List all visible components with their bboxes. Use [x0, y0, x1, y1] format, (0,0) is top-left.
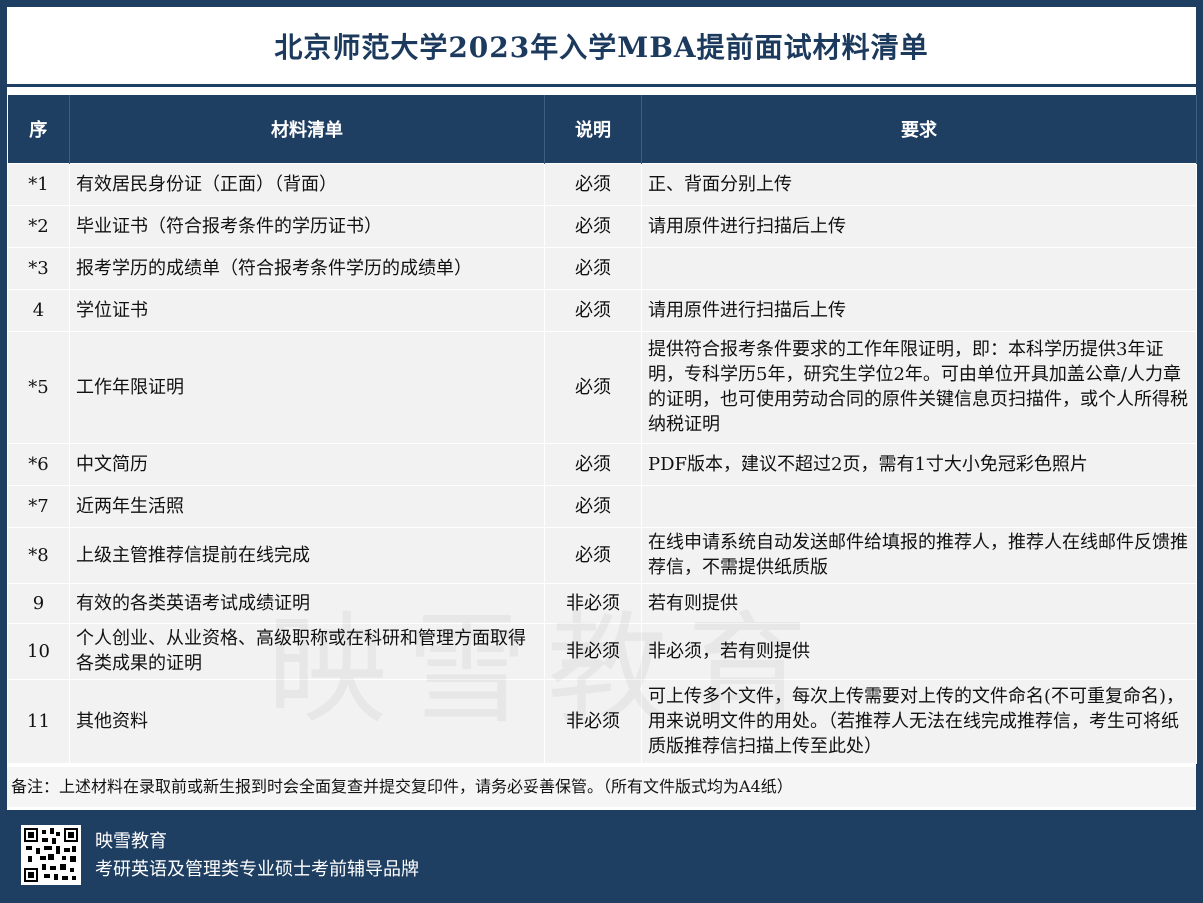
row-note: 非必须 [544, 678, 642, 764]
row-req: 请用原件进行扫描后上传 [641, 204, 1197, 248]
row-item: 学位证书 [69, 288, 545, 332]
row-no: 9 [7, 582, 70, 624]
materials-table: 序 材料清单 说明 要求 *1 有效居民身份证（正面）（背面） 必须 正、背面分… [7, 95, 1197, 764]
row-note: 必须 [544, 484, 642, 528]
row-note: 非必须 [544, 622, 642, 680]
row-no: 10 [7, 622, 70, 680]
row-item: 个人创业、从业资格、高级职称或在科研和管理方面取得各类成果的证明 [69, 622, 545, 680]
row-no: *6 [7, 442, 70, 486]
row-note: 必须 [544, 162, 642, 206]
row-req: 请用原件进行扫描后上传 [641, 288, 1197, 332]
header-req: 要求 [641, 95, 1197, 163]
row-item: 中文简历 [69, 442, 545, 486]
row-item: 有效的各类英语考试成绩证明 [69, 582, 545, 624]
page-title: 北京师范大学2023年入学MBA提前面试材料清单 [274, 30, 929, 64]
brand-name: 映雪教育 [95, 831, 167, 852]
row-no: *2 [7, 204, 70, 248]
table-row: *2 毕业证书（符合报考条件的学历证书） 必须 请用原件进行扫描后上传 [7, 204, 1197, 248]
row-req: 在线申请系统自动发送邮件给填报的推荐人，推荐人在线邮件反馈推荐信，不需提供纸质版 [641, 526, 1197, 584]
row-req: 可上传多个文件，每次上传需要对上传的文件命名(不可重复命名)，用来说明文件的用处… [641, 678, 1197, 764]
footer: 映雪教育 考研英语及管理类专业硕士考前辅导品牌 [7, 810, 1196, 896]
row-no: 4 [7, 288, 70, 332]
table-row: *3 报考学历的成绩单（符合报考条件学历的成绩单） 必须 [7, 246, 1197, 290]
table-row: 9 有效的各类英语考试成绩证明 非必须 若有则提供 [7, 582, 1197, 624]
row-req: 正、背面分别上传 [641, 162, 1197, 206]
document: 北京师范大学2023年入学MBA提前面试材料清单 序 材料清单 说明 要求 *1… [7, 7, 1197, 896]
row-note: 必须 [544, 526, 642, 584]
row-req: PDF版本，建议不超过2页，需有1寸大小免冠彩色照片 [641, 442, 1197, 486]
table-row: *6 中文简历 必须 PDF版本，建议不超过2页，需有1寸大小免冠彩色照片 [7, 442, 1197, 486]
qr-code-icon [21, 825, 81, 885]
row-item: 工作年限证明 [69, 330, 545, 444]
table-row: *8 上级主管推荐信提前在线完成 必须 在线申请系统自动发送邮件给填报的推荐人，… [7, 526, 1197, 584]
row-req [641, 484, 1197, 528]
row-item: 其他资料 [69, 678, 545, 764]
row-item: 报考学历的成绩单（符合报考条件学历的成绩单） [69, 246, 545, 290]
table-header-row: 序 材料清单 说明 要求 [7, 95, 1197, 163]
row-no: *7 [7, 484, 70, 528]
table-row: *7 近两年生活照 必须 [7, 484, 1197, 528]
row-item: 毕业证书（符合报考条件的学历证书） [69, 204, 545, 248]
row-note: 必须 [544, 246, 642, 290]
footnote: 备注：上述材料在录取前或新生报到时会全面复查并提交复印件，请务必妥善保管。（所有… [7, 767, 1196, 807]
row-item: 有效居民身份证（正面）（背面） [69, 162, 545, 206]
row-note: 非必须 [544, 582, 642, 624]
row-no: 11 [7, 678, 70, 764]
row-req: 若有则提供 [641, 582, 1197, 624]
row-item: 近两年生活照 [69, 484, 545, 528]
row-req [641, 246, 1197, 290]
header-no: 序 [7, 95, 70, 163]
table-row: 10 个人创业、从业资格、高级职称或在科研和管理方面取得各类成果的证明 非必须 … [7, 622, 1197, 680]
row-no: *5 [7, 330, 70, 444]
row-item: 上级主管推荐信提前在线完成 [69, 526, 545, 584]
row-req: 提供符合报考条件要求的工作年限证明，即：本科学历提供3年证明，专科学历5年，研究… [641, 330, 1197, 444]
row-note: 必须 [544, 204, 642, 248]
brand-slogan: 考研英语及管理类专业硕士考前辅导品牌 [95, 859, 419, 880]
row-req: 非必须，若有则提供 [641, 622, 1197, 680]
header-item: 材料清单 [69, 95, 545, 163]
title-bar: 北京师范大学2023年入学MBA提前面试材料清单 [7, 7, 1196, 87]
table-row: *5 工作年限证明 必须 提供符合报考条件要求的工作年限证明，即：本科学历提供3… [7, 330, 1197, 444]
table-row: *1 有效居民身份证（正面）（背面） 必须 正、背面分别上传 [7, 162, 1197, 206]
row-no: *8 [7, 526, 70, 584]
row-no: *1 [7, 162, 70, 206]
row-note: 必须 [544, 288, 642, 332]
brand-block: 映雪教育 考研英语及管理类专业硕士考前辅导品牌 [95, 828, 419, 884]
row-note: 必须 [544, 330, 642, 444]
table-row: 4 学位证书 必须 请用原件进行扫描后上传 [7, 288, 1197, 332]
row-note: 必须 [544, 442, 642, 486]
table-row: 11 其他资料 非必须 可上传多个文件，每次上传需要对上传的文件命名(不可重复命… [7, 678, 1197, 764]
header-note: 说明 [544, 95, 642, 163]
row-no: *3 [7, 246, 70, 290]
